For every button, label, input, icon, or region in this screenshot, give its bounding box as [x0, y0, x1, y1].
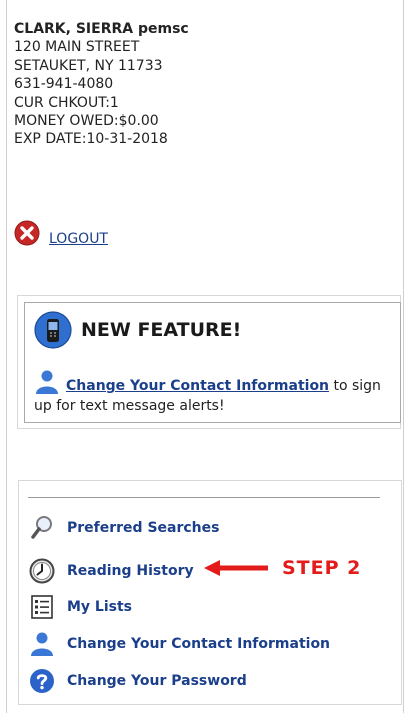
reading-history-link[interactable]: Reading History [67, 563, 194, 579]
patron-address-line1: 120 MAIN STREET [14, 39, 140, 56]
patron-address-line2: SETAUKET, NY 11733 [14, 57, 163, 74]
question-icon [28, 667, 56, 695]
mobile-phone-icon [34, 311, 72, 349]
logout-link[interactable]: LOGOUT [49, 231, 108, 247]
feature-title: NEW FEATURE! [81, 319, 242, 341]
clock-icon [28, 557, 56, 585]
preferred-searches-link[interactable]: Preferred Searches [67, 520, 219, 536]
list-icon [28, 593, 56, 621]
feature-header: NEW FEATURE! [34, 311, 241, 349]
change-contact-link[interactable]: Change Your Contact Information [67, 636, 330, 652]
change-contact-row[interactable]: Change Your Contact Information [28, 630, 330, 658]
patron-money-owed: MONEY OWED:$0.00 [14, 113, 159, 130]
my-lists-row[interactable]: My Lists [28, 593, 132, 621]
red-arrow-icon [204, 560, 268, 576]
divider [28, 497, 380, 498]
x-circle-icon[interactable] [14, 220, 40, 246]
person-icon [28, 630, 56, 658]
patron-checkouts: CUR CHKOUT:1 [14, 94, 119, 111]
step-annotation: STEP 2 [204, 557, 361, 579]
patron-phone: 631-941-4080 [14, 76, 114, 93]
change-password-link[interactable]: Change Your Password [67, 673, 247, 689]
new-feature-box: NEW FEATURE! Change Your Contact Informa… [24, 302, 401, 423]
feature-description: Change Your Contact Information to sign … [34, 369, 394, 416]
change-password-row[interactable]: Change Your Password [28, 667, 247, 695]
preferred-searches-row[interactable]: Preferred Searches [28, 514, 219, 542]
logout-link-group[interactable]: LOGOUT [14, 219, 108, 247]
step-label: STEP 2 [282, 557, 362, 579]
person-icon [36, 370, 58, 394]
patron-name: CLARK, SIERRA pemsc [14, 21, 189, 37]
change-contact-info-link[interactable]: Change Your Contact Information [66, 378, 329, 394]
reading-history-row[interactable]: Reading History [28, 557, 194, 585]
my-lists-link[interactable]: My Lists [67, 599, 132, 615]
magnifier-icon [28, 514, 56, 542]
patron-info: CLARK, SIERRA pemsc 120 MAIN STREET SETA… [14, 20, 189, 149]
patron-exp-date: EXP DATE:10-31-2018 [14, 131, 168, 148]
